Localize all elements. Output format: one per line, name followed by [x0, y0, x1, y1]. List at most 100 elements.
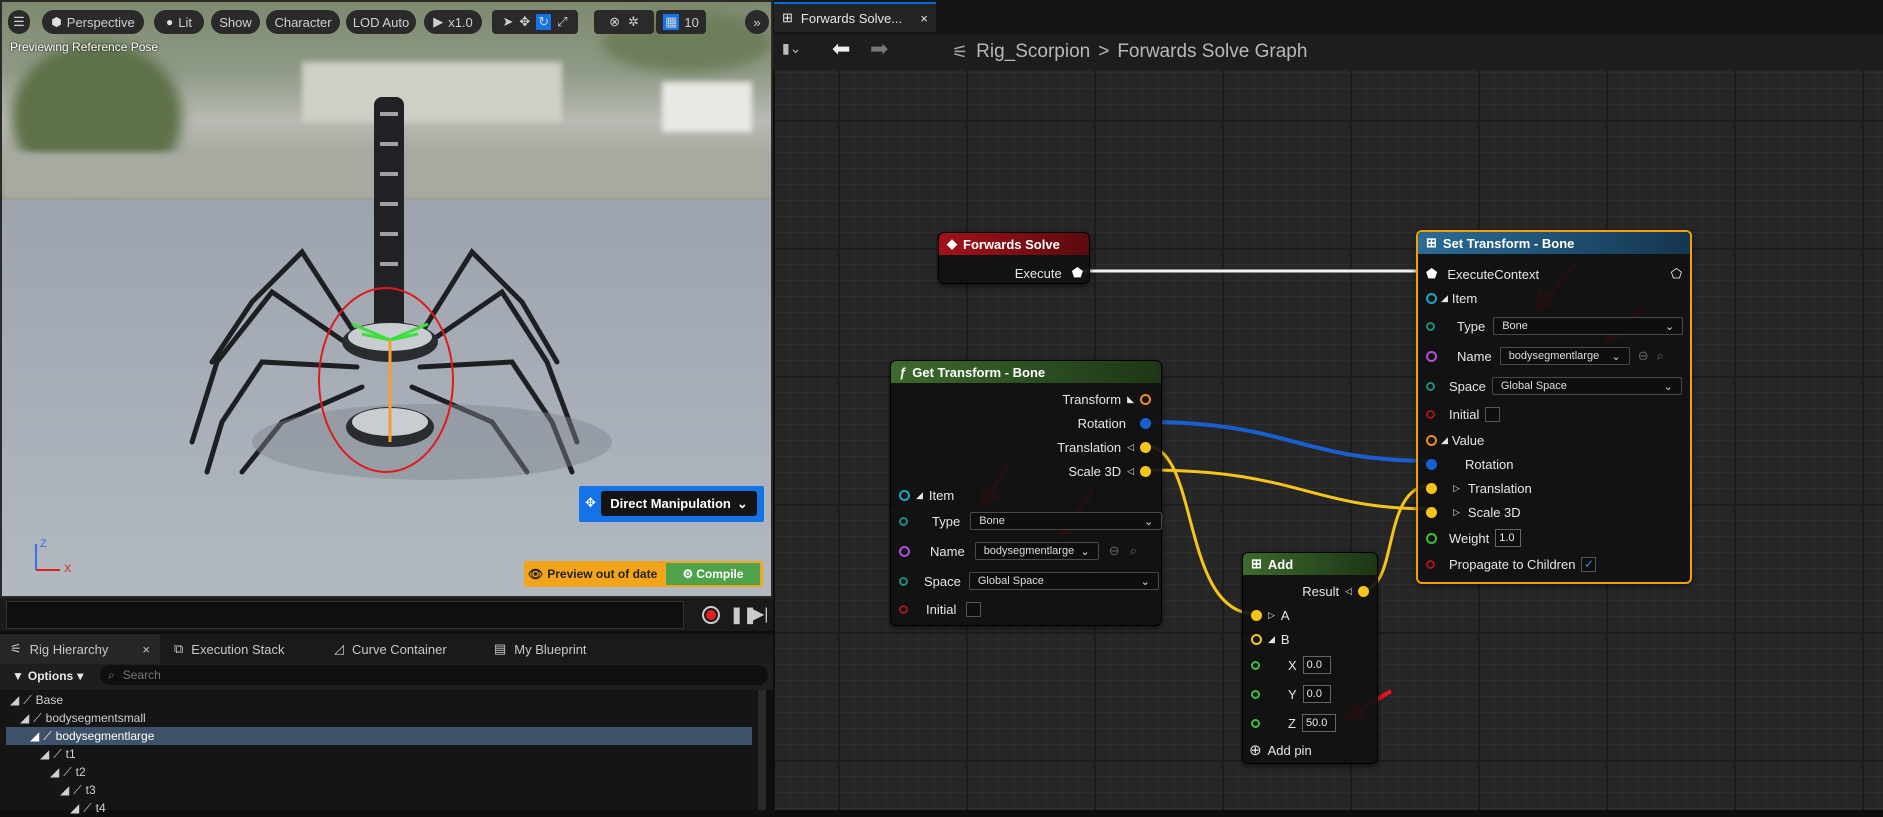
- show-button[interactable]: Show: [211, 10, 260, 34]
- b-pin[interactable]: [1251, 633, 1262, 645]
- select-icon[interactable]: ➤: [502, 14, 513, 30]
- tree-item-t1[interactable]: ◢ ⟋ t1: [6, 745, 752, 763]
- viewport[interactable]: ☰ ⬢ Perspective ● Lit Show Character LOD A…: [0, 0, 773, 598]
- chevron-down-icon: ⌄: [1143, 515, 1154, 528]
- tree-scrollbar[interactable]: [758, 690, 766, 810]
- rotation-pin[interactable]: [1140, 417, 1151, 429]
- tree-item-t3[interactable]: ◢ ⟋ t3: [6, 781, 752, 799]
- expand-toolbar-icon[interactable]: »: [745, 10, 769, 34]
- space-pin[interactable]: [1426, 381, 1435, 391]
- exec-pin-icon[interactable]: ⬟: [1072, 265, 1083, 281]
- tab-rig-hierarchy[interactable]: ⚟ Rig Hierarchy ×: [0, 634, 160, 664]
- set-transform-node[interactable]: ⊞ Set Transform - Bone ⬟ ExecuteContext ⬠ …: [1416, 230, 1692, 584]
- x-pin[interactable]: [1251, 660, 1260, 670]
- space-dropdown[interactable]: Global Space ⌄: [1491, 377, 1682, 395]
- hamburger-icon[interactable]: ☰: [8, 10, 30, 34]
- play-speed-button[interactable]: ▶ x1.0: [424, 10, 482, 34]
- name-dropdown[interactable]: bodysegmentlarge ⌄: [1499, 347, 1630, 365]
- tab-forwards-solve[interactable]: ⊞ Forwards Solve... ×: [774, 2, 936, 32]
- space-dropdown[interactable]: Global Space ⌄: [968, 572, 1159, 590]
- name-pin[interactable]: [899, 545, 910, 557]
- space-pin[interactable]: [899, 576, 908, 586]
- lod-button[interactable]: LOD Auto: [346, 10, 416, 34]
- propagate-checkbox[interactable]: ✓: [1581, 556, 1597, 572]
- initial-checkbox[interactable]: [1485, 406, 1501, 422]
- type-pin[interactable]: [899, 516, 908, 526]
- close-icon[interactable]: ×: [142, 642, 150, 657]
- browse-icon[interactable]: ⌕: [1657, 348, 1664, 364]
- breadcrumb-current[interactable]: Forwards Solve Graph: [1117, 41, 1307, 63]
- rotation-pin[interactable]: [1426, 458, 1437, 470]
- a-pin[interactable]: [1251, 609, 1262, 621]
- weight-pin[interactable]: [1426, 532, 1437, 544]
- translation-pin[interactable]: [1140, 441, 1151, 453]
- perspective-button[interactable]: ⬢ Perspective: [42, 10, 144, 34]
- add-pin-button[interactable]: ⊕ Add pin: [1249, 740, 1312, 760]
- use-selected-icon[interactable]: ⊖: [1638, 348, 1649, 364]
- tree-item-t4[interactable]: ◢ ⟋ t4: [6, 799, 752, 817]
- search-input[interactable]: ⌕ Search: [100, 665, 768, 685]
- weight-value-field[interactable]: 1.0: [1495, 529, 1522, 547]
- forward-arrow-icon[interactable]: ➡: [870, 36, 888, 62]
- bookmark-icon[interactable]: ▮⌄: [782, 40, 801, 57]
- tree-item-bodysegmentlarge[interactable]: ◢ ⟋ bodysegmentlarge: [6, 727, 752, 745]
- back-arrow-icon[interactable]: ⬅: [832, 36, 850, 62]
- tree-item-bodysegmentsmall[interactable]: ◢ ⟋ bodysegmentsmall: [6, 709, 752, 727]
- direct-manipulation-dropdown[interactable]: Direct Manipulation ⌄: [601, 491, 757, 516]
- y-value-field[interactable]: 0.0: [1302, 685, 1331, 703]
- timeline-track[interactable]: [6, 601, 684, 629]
- local-space-icon[interactable]: ⊗: [609, 14, 620, 30]
- close-icon[interactable]: ×: [920, 11, 928, 26]
- scale-pin[interactable]: [1426, 506, 1437, 518]
- options-dropdown[interactable]: ▼ Options ▾: [12, 666, 83, 686]
- tree-item-t2[interactable]: ◢ ⟋ t2: [6, 763, 752, 781]
- grid-snap-button[interactable]: ▦ 10: [656, 10, 706, 34]
- x-value-field[interactable]: 0.0: [1302, 656, 1331, 674]
- result-pin[interactable]: [1358, 585, 1369, 597]
- initial-checkbox[interactable]: [966, 601, 982, 617]
- item-pin[interactable]: [1426, 292, 1437, 304]
- z-pin[interactable]: [1251, 718, 1260, 728]
- exec-pin-icon[interactable]: ⬟: [1426, 266, 1437, 282]
- move-widget-icon[interactable]: ✥: [585, 495, 596, 511]
- type-pin[interactable]: [1426, 321, 1435, 331]
- exec-out-pin-icon[interactable]: ⬠: [1671, 266, 1682, 282]
- value-pin[interactable]: [1426, 434, 1437, 446]
- stack-icon: ⧉: [174, 641, 184, 656]
- tab-my-blueprint[interactable]: ▤ My Blueprint: [484, 634, 644, 664]
- chevron-down-icon: ⌄: [1664, 320, 1675, 333]
- add-node[interactable]: ⊞ Add Result ◁ ▷ A ◢ B X 0.0 Y 0.0 Z 50.0 ⊕ Add …: [1242, 552, 1378, 764]
- breadcrumb-root[interactable]: Rig_Scorpion: [976, 41, 1090, 63]
- record-button[interactable]: [702, 606, 720, 624]
- surface-snap-icon[interactable]: ✲: [628, 14, 639, 30]
- type-dropdown[interactable]: Bone ⌄: [1493, 317, 1684, 335]
- lit-button[interactable]: ● Lit: [154, 10, 204, 34]
- transform-pin[interactable]: [1140, 393, 1151, 405]
- use-selected-icon[interactable]: ⊖: [1109, 543, 1120, 559]
- curve-icon: ◿: [334, 641, 344, 656]
- translation-pin[interactable]: [1426, 482, 1437, 494]
- propagate-pin[interactable]: [1426, 559, 1435, 569]
- type-dropdown[interactable]: Bone ⌄: [970, 512, 1163, 530]
- tab-execution-stack[interactable]: ⧉ Execution Stack: [164, 634, 324, 664]
- rotate-icon[interactable]: ↻: [536, 14, 552, 30]
- initial-pin[interactable]: [899, 604, 908, 614]
- z-value-field[interactable]: 50.0: [1301, 714, 1336, 732]
- character-button[interactable]: Character: [266, 10, 340, 34]
- tab-curve-container[interactable]: ◿ Curve Container: [324, 634, 484, 664]
- scale-pin[interactable]: [1140, 465, 1151, 477]
- name-dropdown[interactable]: bodysegmentlarge ⌄: [974, 542, 1099, 560]
- initial-pin[interactable]: [1426, 409, 1435, 419]
- name-pin[interactable]: [1426, 350, 1437, 362]
- rig-hierarchy-tree: ◢ ⟋ Base ◢ ⟋ bodysegmentsmall ◢ ⟋ bodysegmentl…: [0, 690, 760, 815]
- move-icon[interactable]: ✥: [519, 14, 530, 30]
- get-transform-node[interactable]: ƒ Get Transform - Bone Transform ◣ Rotatio…: [890, 360, 1163, 626]
- item-pin[interactable]: [899, 489, 910, 501]
- step-forward-icon[interactable]: ▶|: [752, 604, 768, 624]
- y-pin[interactable]: [1251, 689, 1260, 699]
- forwards-solve-node[interactable]: ◆ Forwards Solve Execute ⬟: [938, 232, 1090, 284]
- compile-button[interactable]: ⚙ Compile: [666, 563, 760, 585]
- tree-item-base[interactable]: ◢ ⟋ Base: [6, 691, 752, 709]
- scale-icon[interactable]: ⤢: [557, 14, 567, 30]
- browse-icon[interactable]: ⌕: [1130, 543, 1137, 559]
